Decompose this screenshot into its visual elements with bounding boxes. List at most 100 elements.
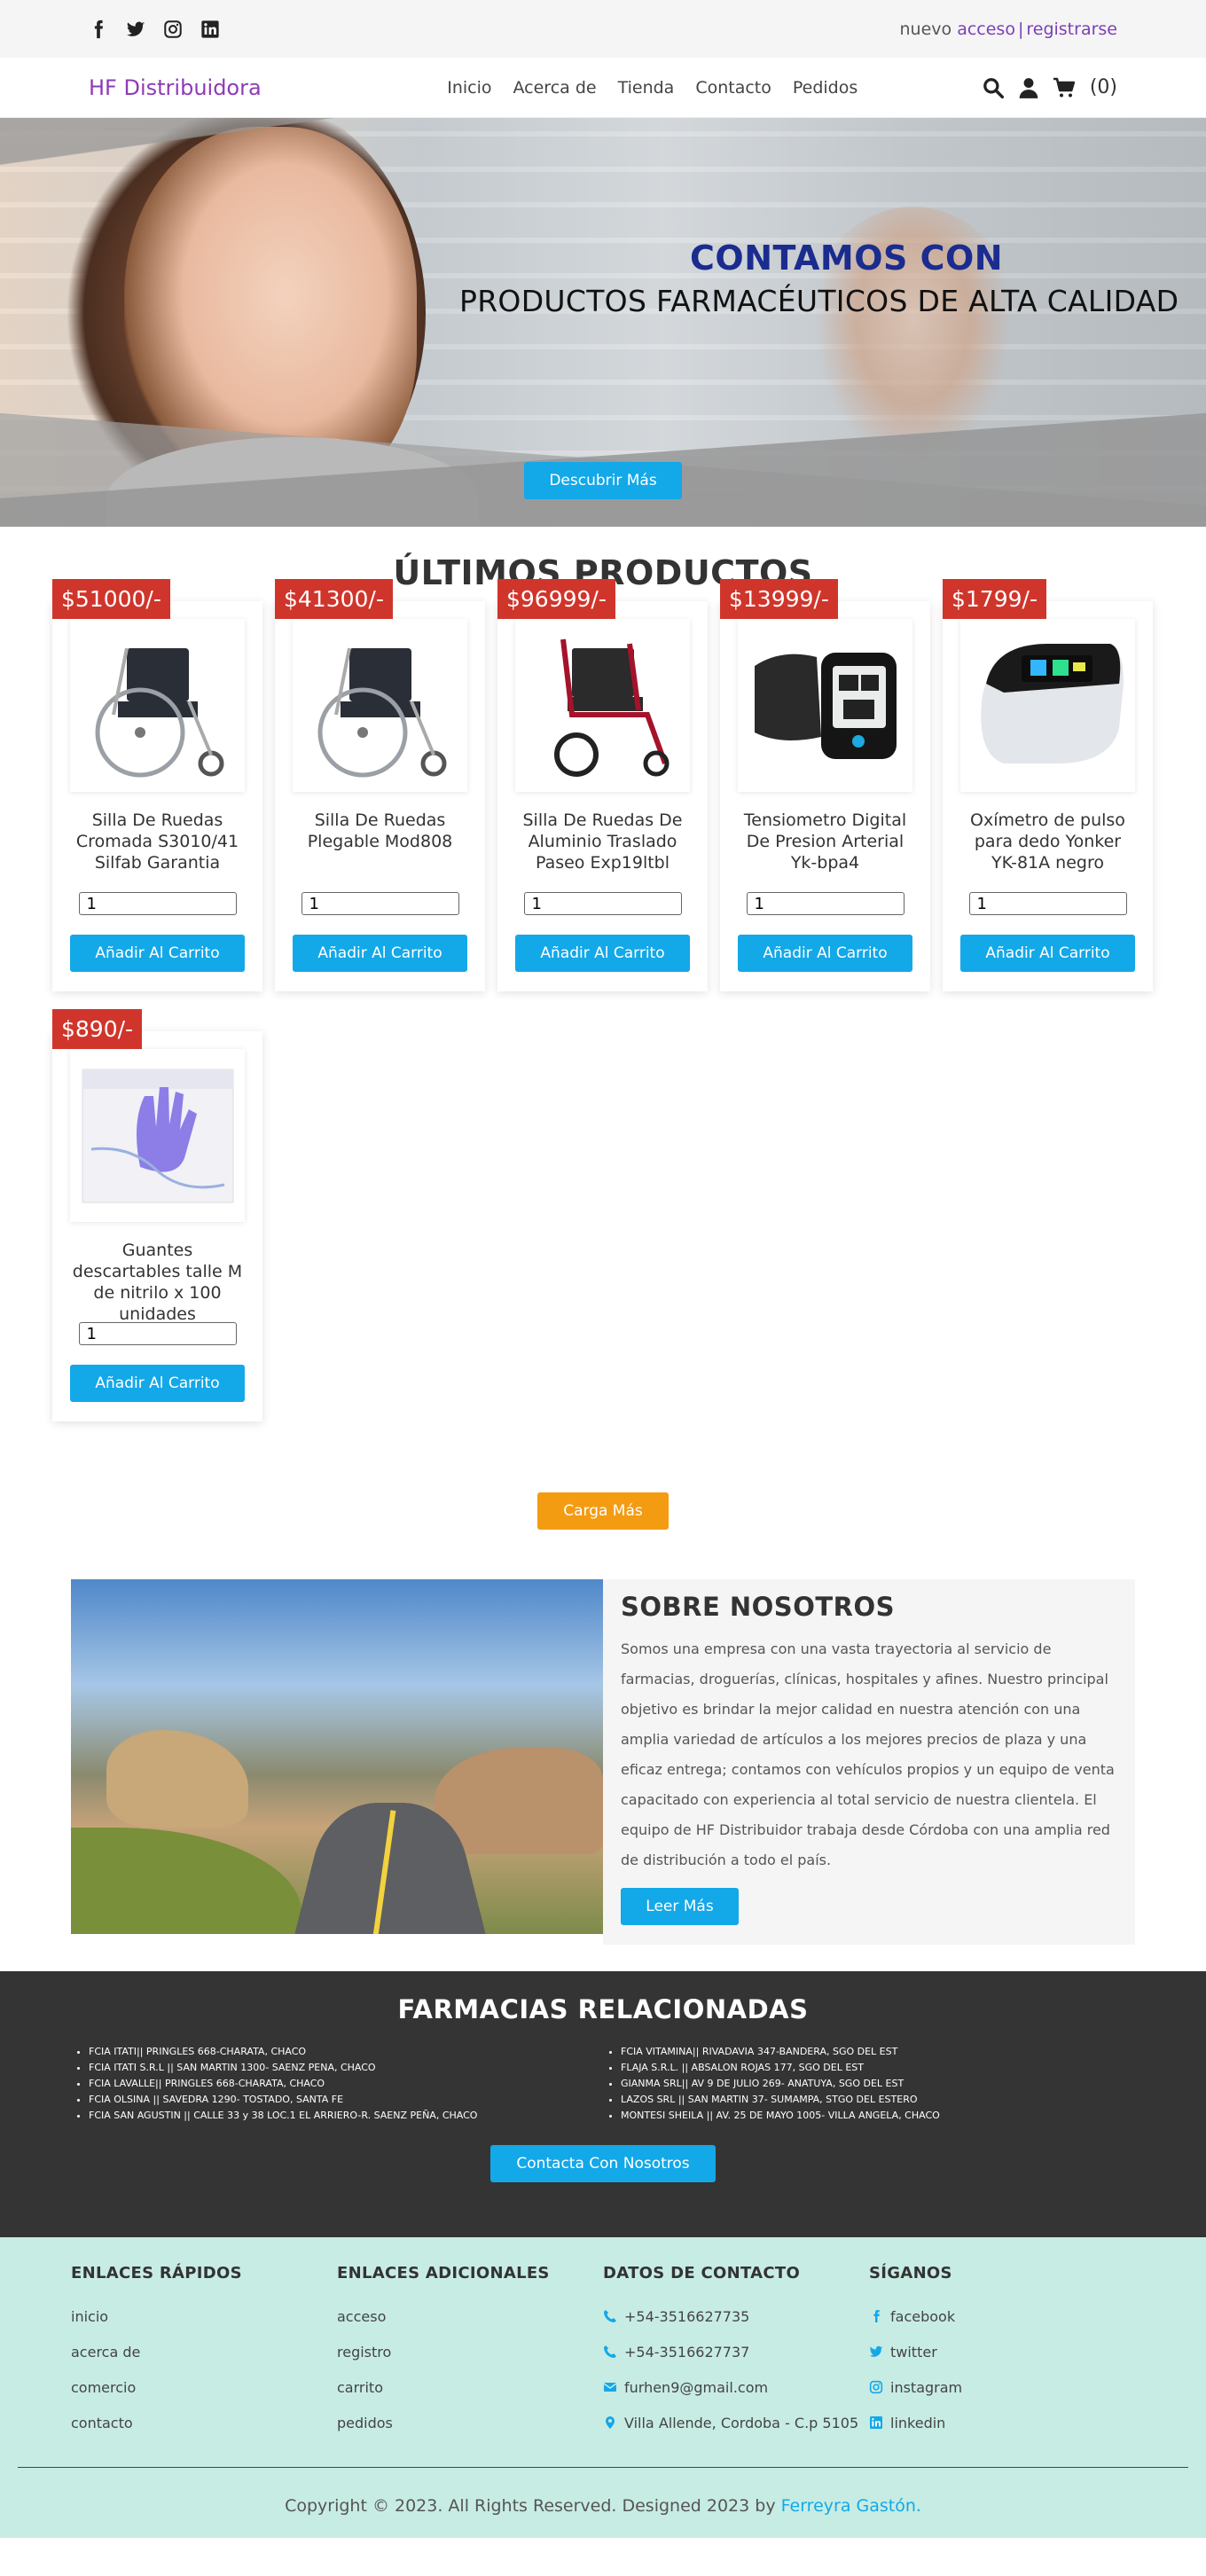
phone-icon <box>603 2345 617 2359</box>
author-link[interactable]: Ferreyra Gastón. <box>781 2496 921 2516</box>
footer-social-linkedin[interactable]: linkedin <box>869 2405 1135 2440</box>
brand-logo[interactable]: HF Distribuidora <box>89 75 262 100</box>
load-more-wrapper: Carga Más <box>0 1492 1206 1530</box>
nav-link-acerca[interactable]: Acerca de <box>513 78 597 98</box>
phone-number: +54-3516627737 <box>624 2343 750 2361</box>
hero-subheadline: PRODUCTOS FARMACÉUTICOS DE ALTA CALIDAD <box>459 284 1179 318</box>
product-card: $51000/- Silla De Ruedas Cromada S3010/4… <box>52 579 262 991</box>
instagram-icon[interactable] <box>163 20 183 39</box>
phone-number: +54-3516627735 <box>624 2307 750 2325</box>
social-links <box>89 20 220 39</box>
product-card: $13999/- Tensiometro Digital De Presion … <box>720 579 930 991</box>
pharmacy-item: MONTESI SHEILA || AV. 25 DE MAYO 1005- V… <box>621 2108 1135 2124</box>
pharmacy-item: FCIA OLSINA || SAVEDRA 1290- TOSTADO, SA… <box>89 2092 603 2108</box>
product-image-wheelchair[interactable] <box>293 619 467 792</box>
footer-email[interactable]: furhen9@gmail.com <box>603 2369 869 2405</box>
add-to-cart-button[interactable]: Añadir Al Carrito <box>738 935 912 972</box>
read-more-button[interactable]: Leer Más <box>621 1888 739 1925</box>
pharmacy-item: FCIA SAN AGUSTIN || CALLE 33 y 38 LOC.1 … <box>89 2108 603 2124</box>
price-tag: $13999/- <box>720 579 838 619</box>
social-label: instagram <box>890 2378 963 2396</box>
product-image-red-wheelchair[interactable] <box>515 619 690 792</box>
facebook-icon <box>869 2309 883 2323</box>
add-to-cart-button[interactable]: Añadir Al Carrito <box>293 935 467 972</box>
discover-button[interactable]: Descubrir Más <box>524 462 682 499</box>
twitter-icon[interactable] <box>126 20 145 39</box>
product-image-pulse-oximeter[interactable] <box>960 619 1135 792</box>
product-name: Oxímetro de pulso para dedo Yonker YK-81… <box>970 810 1125 873</box>
add-to-cart-button[interactable]: Añadir Al Carrito <box>960 935 1135 972</box>
footer-link-acceso[interactable]: acceso <box>337 2298 603 2334</box>
about-text-panel: SOBRE NOSOTROS Somos una empresa con una… <box>603 1579 1135 1945</box>
pharmacy-item: FCIA VITAMINA|| RIVADAVIA 347-BANDERA, S… <box>621 2044 1135 2060</box>
product-name: Silla De Ruedas Cromada S3010/41 Silfab … <box>75 810 239 873</box>
auth-prefix: nuevo <box>899 19 952 39</box>
address-text: Villa Allende, Cordoba - C.p 5105 <box>624 2414 859 2431</box>
auth-separator: | <box>1017 19 1024 39</box>
quantity-input[interactable] <box>78 1322 237 1345</box>
nav-link-pedidos[interactable]: Pedidos <box>793 78 858 98</box>
footer-phone-1[interactable]: +54-3516627735 <box>603 2298 869 2334</box>
product-image-blood-pressure-monitor[interactable] <box>738 619 912 792</box>
social-label: linkedin <box>890 2414 946 2431</box>
footer-social-twitter[interactable]: twitter <box>869 2334 1135 2369</box>
main-navbar: HF Distribuidora Inicio Acerca de Tienda… <box>0 58 1206 118</box>
login-link[interactable]: acceso <box>957 20 1015 39</box>
product-card: $890/- Guantes descartables talle M de n… <box>52 1009 262 1421</box>
quantity-input[interactable] <box>78 892 237 915</box>
quantity-input[interactable] <box>301 892 459 915</box>
pharmacies-list-right: FCIA VITAMINA|| RIVADAVIA 347-BANDERA, S… <box>603 2044 1135 2124</box>
pharmacy-item: GIANMA SRL|| AV 9 DE JULIO 269- ANATUYA,… <box>621 2076 1135 2092</box>
product-image-gloves-box[interactable] <box>70 1049 245 1222</box>
price-tag: $1799/- <box>943 579 1046 619</box>
footer-link-inicio[interactable]: inicio <box>71 2298 337 2334</box>
quantity-input[interactable] <box>746 892 904 915</box>
register-link[interactable]: registrarse <box>1026 20 1117 39</box>
footer-link-contacto[interactable]: contacto <box>71 2405 337 2440</box>
footer-heading: ENLACES ADICIONALES <box>337 2264 550 2282</box>
user-icon[interactable] <box>1017 76 1040 99</box>
footer-heading: SÍGANOS <box>869 2264 952 2282</box>
add-to-cart-button[interactable]: Añadir Al Carrito <box>70 935 245 972</box>
related-pharmacies-section: FARMACIAS RELACIONADAS FCIA ITATI|| PRIN… <box>0 1971 1206 2237</box>
quantity-input[interactable] <box>523 892 682 915</box>
pharmacies-list-left: FCIA ITATI|| PRINGLES 668-CHARATA, CHACO… <box>71 2044 603 2124</box>
quantity-input[interactable] <box>968 892 1127 915</box>
contact-us-button[interactable]: Contacta Con Nosotros <box>490 2145 716 2182</box>
nav-link-tienda[interactable]: Tienda <box>618 78 675 98</box>
add-to-cart-button[interactable]: Añadir Al Carrito <box>515 935 690 972</box>
footer-social-facebook[interactable]: facebook <box>869 2298 1135 2334</box>
footer-quick-links: ENLACES RÁPIDOS inicio acerca de comerci… <box>71 2264 337 2440</box>
footer-phone-2[interactable]: +54-3516627737 <box>603 2334 869 2369</box>
nav-link-inicio[interactable]: Inicio <box>447 78 491 98</box>
price-tag: $51000/- <box>52 579 170 619</box>
footer-address: Villa Allende, Cordoba - C.p 5105 <box>603 2405 869 2440</box>
footer-link-registro[interactable]: registro <box>337 2334 603 2369</box>
phone-icon <box>603 2309 617 2323</box>
cart-count[interactable]: (0) <box>1090 76 1117 98</box>
footer-columns: ENLACES RÁPIDOS inicio acerca de comerci… <box>71 2237 1135 2440</box>
footer-social-instagram[interactable]: instagram <box>869 2369 1135 2405</box>
footer-link-pedidos[interactable]: pedidos <box>337 2405 603 2440</box>
pharmacies-lists: FCIA ITATI|| PRINGLES 668-CHARATA, CHACO… <box>0 2044 1206 2124</box>
add-to-cart-button[interactable]: Añadir Al Carrito <box>70 1365 245 1402</box>
site-footer: ENLACES RÁPIDOS inicio acerca de comerci… <box>0 2237 1206 2538</box>
nav-link-contacto[interactable]: Contacto <box>695 78 771 98</box>
pharmacy-item: FCIA LAVALLE|| PRINGLES 668-CHARATA, CHA… <box>89 2076 603 2092</box>
auth-links: nuevo acceso | registrarse <box>900 20 1118 39</box>
about-title: SOBRE NOSOTROS <box>621 1592 895 1622</box>
cart-icon[interactable] <box>1053 76 1076 99</box>
product-name: Silla De Ruedas De Aluminio Traslado Pas… <box>522 810 683 873</box>
linkedin-icon[interactable] <box>200 20 220 39</box>
footer-divider <box>18 2467 1188 2468</box>
footer-link-carrito[interactable]: carrito <box>337 2369 603 2405</box>
product-image-wheelchair[interactable] <box>70 619 245 792</box>
footer-link-acerca[interactable]: acerca de <box>71 2334 337 2369</box>
envelope-icon <box>603 2380 617 2394</box>
product-name: Tensiometro Digital De Presion Arterial … <box>743 810 907 873</box>
footer-link-comercio[interactable]: comercio <box>71 2369 337 2405</box>
search-icon[interactable] <box>982 76 1005 99</box>
pharmacy-item: FCIA ITATI|| PRINGLES 668-CHARATA, CHACO <box>89 2044 603 2060</box>
load-more-button[interactable]: Carga Más <box>537 1492 669 1530</box>
facebook-icon[interactable] <box>89 20 108 39</box>
